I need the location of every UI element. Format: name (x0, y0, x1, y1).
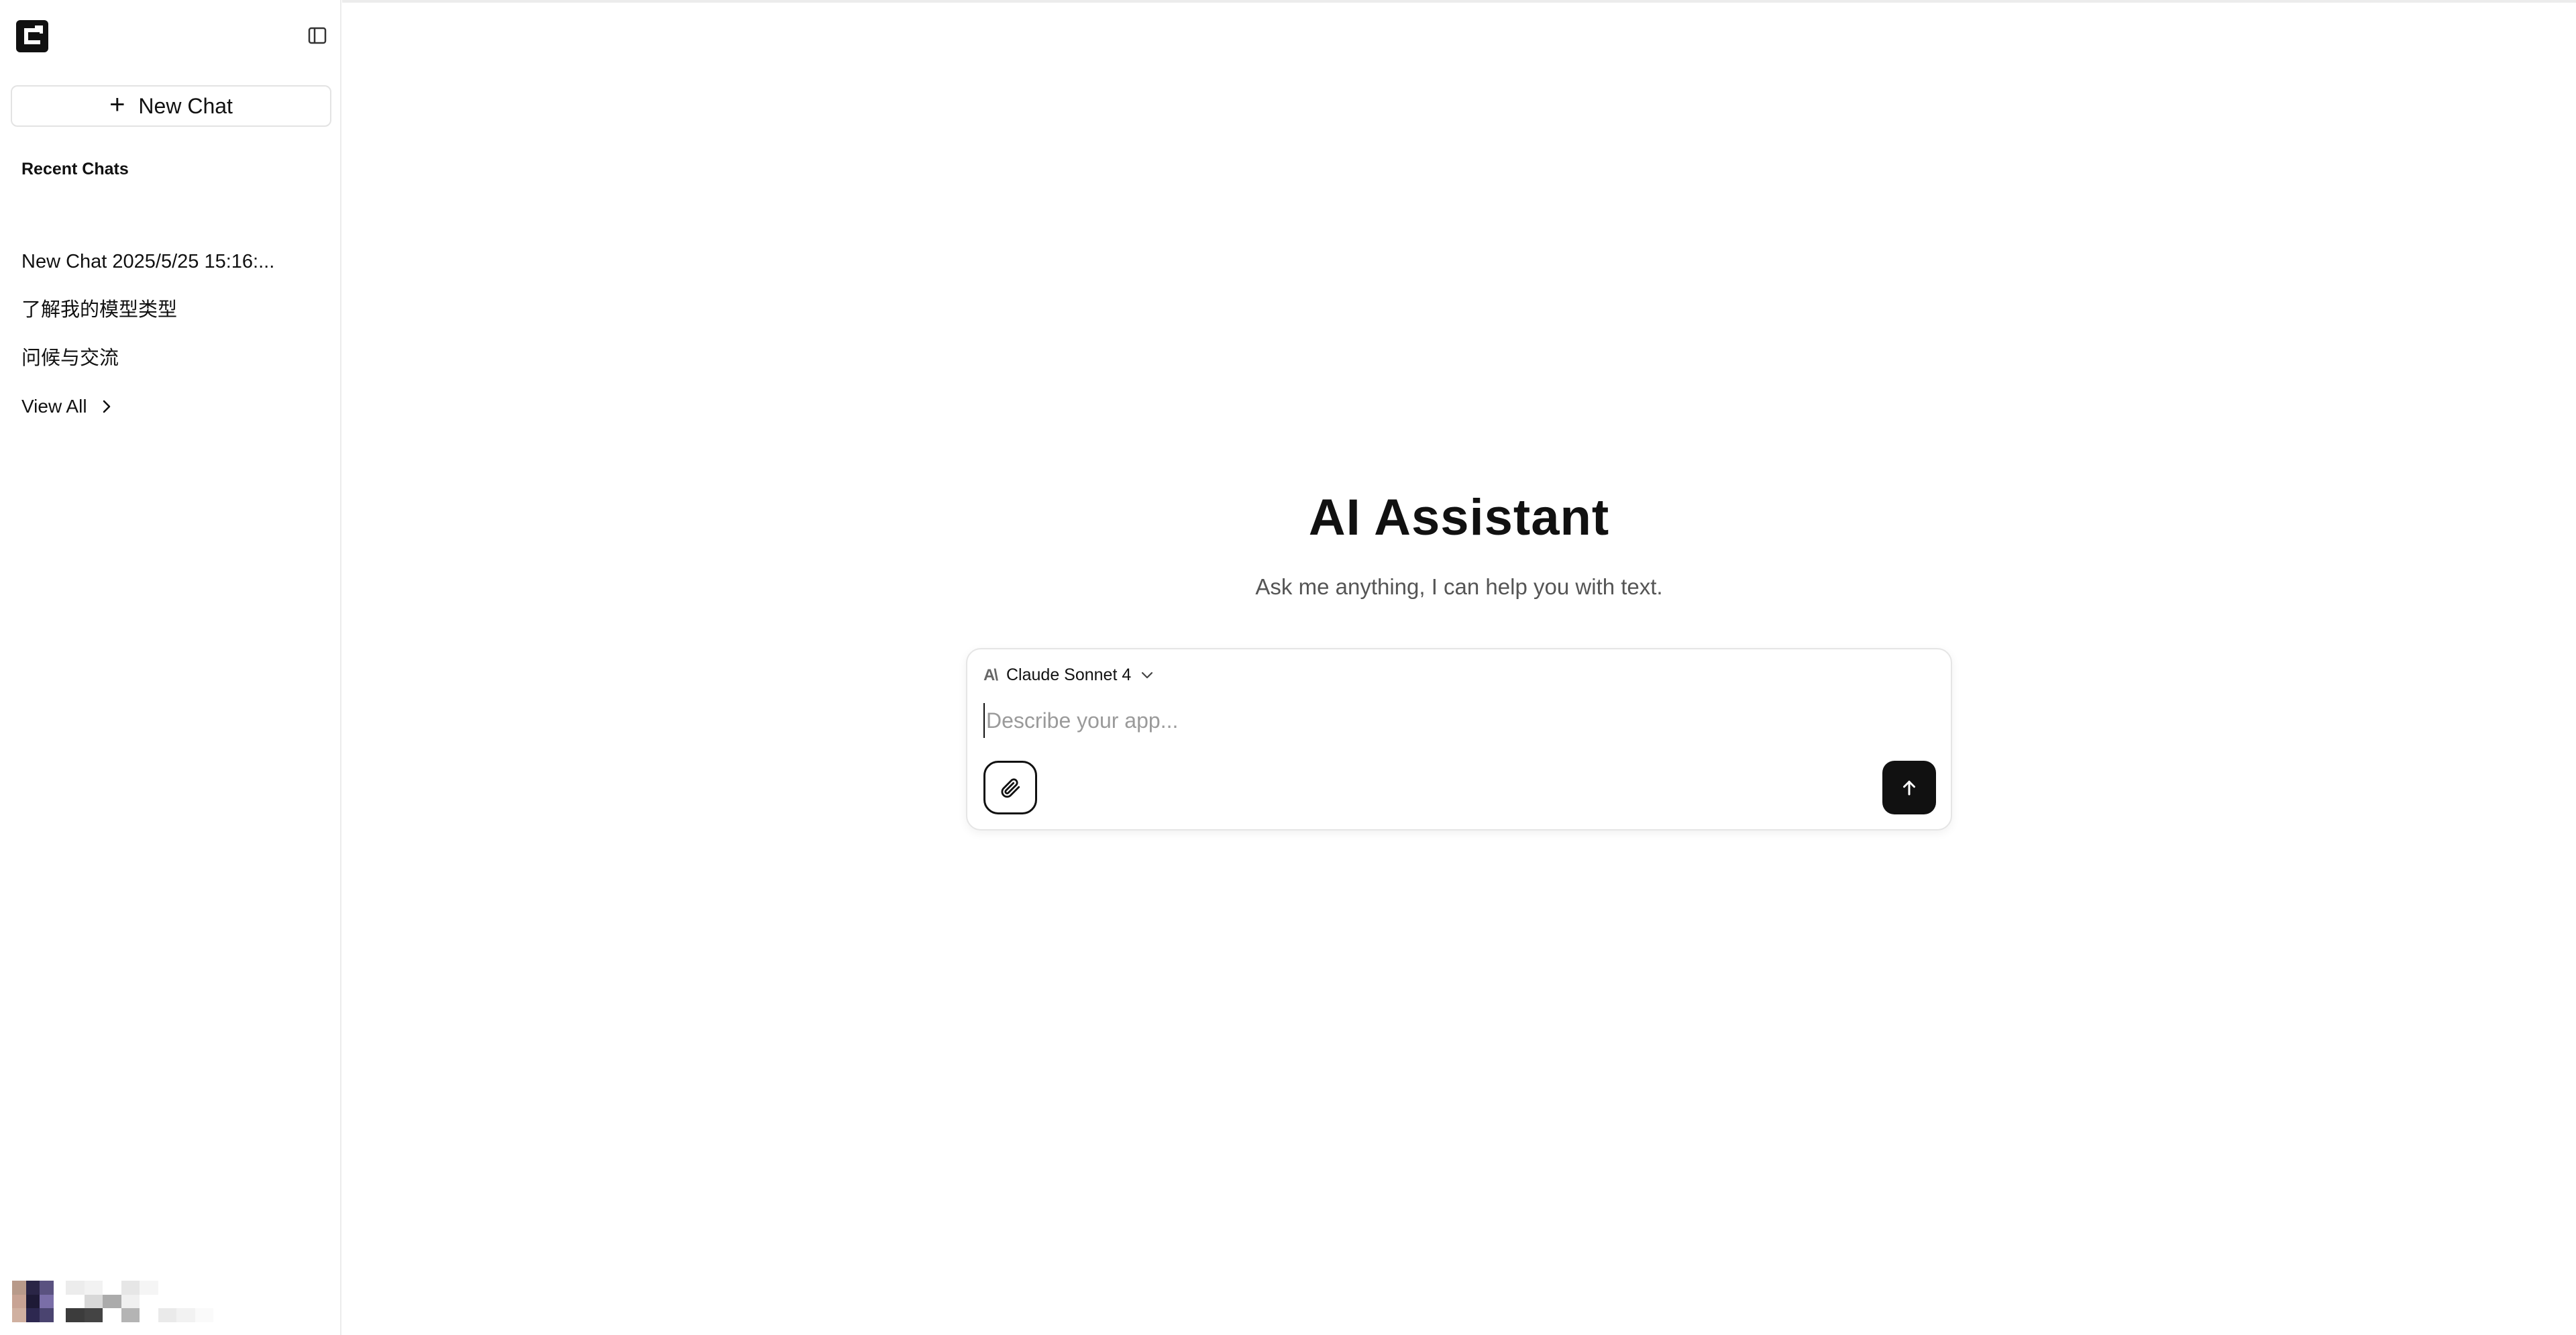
chevron-down-icon (1142, 672, 1153, 678)
avatar (12, 1281, 54, 1322)
chat-composer: A\ Claude Sonnet 4 (966, 648, 1952, 831)
plus-icon: + (109, 90, 125, 119)
user-profile[interactable] (12, 1278, 213, 1325)
paperclip-icon (1001, 778, 1020, 798)
recent-chat-item[interactable]: 了解我的模型类型 (21, 296, 323, 344)
page-subtitle: Ask me anything, I can help you with tex… (1255, 574, 1663, 599)
view-all-link[interactable]: View All (21, 392, 323, 421)
recent-chat-list: New Chat 2025/5/25 15:16:... 了解我的模型类型 问候… (21, 248, 323, 421)
sidebar-toggle-icon[interactable] (307, 25, 327, 46)
anthropic-icon: A\ (983, 665, 998, 684)
prompt-input[interactable] (983, 703, 1925, 738)
attach-button[interactable] (983, 761, 1037, 814)
send-button[interactable] (1882, 761, 1936, 814)
sidebar: + New Chat Recent Chats New Chat 2025/5/… (0, 0, 341, 1335)
model-name: Claude Sonnet 4 (1006, 665, 1132, 684)
new-chat-button[interactable]: + New Chat (11, 85, 331, 127)
arrow-up-icon (1903, 780, 1915, 796)
recent-chats-heading: Recent Chats (21, 160, 129, 178)
app-logo-icon[interactable] (16, 20, 48, 52)
recent-chat-item[interactable]: 问候与交流 (21, 344, 323, 392)
chevron-right-icon (103, 400, 110, 413)
view-all-label: View All (21, 396, 87, 417)
username-redacted (66, 1281, 213, 1322)
page-title: AI Assistant (1308, 489, 1610, 546)
model-selector[interactable]: A\ Claude Sonnet 4 (983, 665, 1154, 685)
app-window: + New Chat Recent Chats New Chat 2025/5/… (0, 0, 2576, 1335)
new-chat-label: New Chat (138, 93, 233, 118)
recent-chat-item[interactable]: New Chat 2025/5/25 15:16:... (21, 248, 323, 296)
main-area: AI Assistant Ask me anything, I can help… (342, 0, 2576, 1335)
